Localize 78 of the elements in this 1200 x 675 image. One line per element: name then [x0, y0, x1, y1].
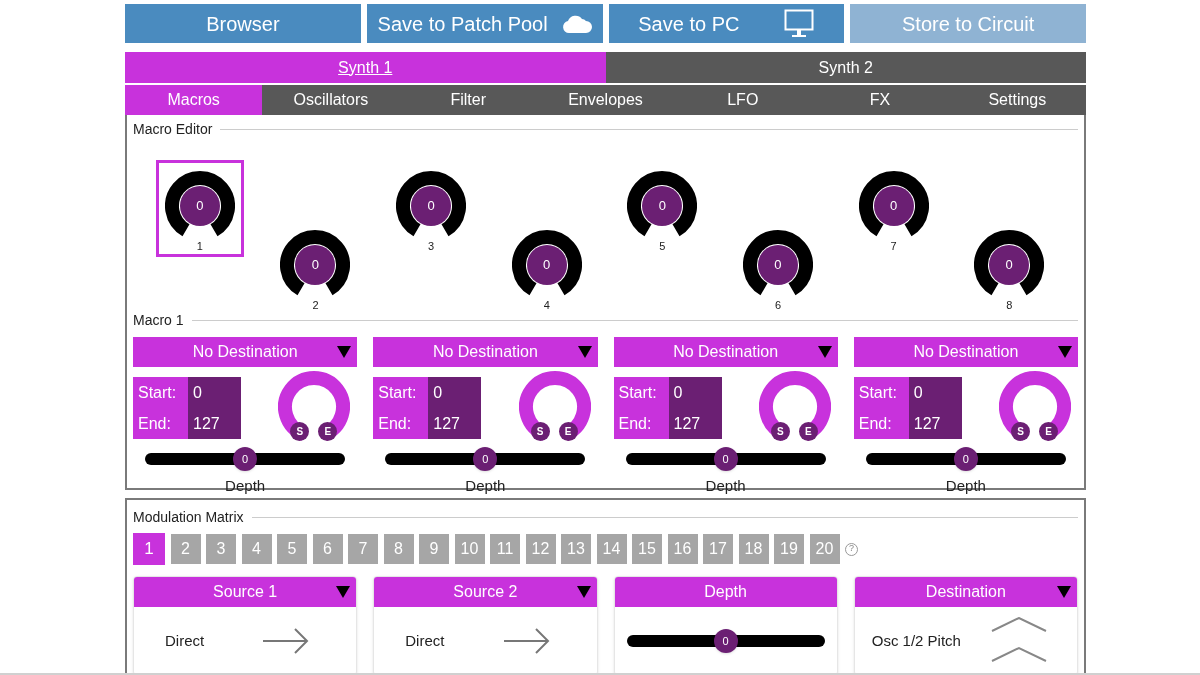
slider-thumb[interactable]: 0: [233, 447, 258, 471]
slot-tab[interactable]: 1: [133, 533, 165, 565]
end-label: End:: [133, 408, 188, 439]
arrow-icon: [503, 628, 550, 654]
knob-label: 2: [312, 297, 319, 313]
arrow-icon: [263, 628, 310, 654]
knob-frame[interactable]: 0 3: [387, 160, 476, 257]
knob-label: 6: [774, 297, 781, 313]
slider-thumb[interactable]: 0: [713, 629, 738, 653]
slider-thumb[interactable]: 0: [473, 447, 498, 471]
card-header[interactable]: Destination: [854, 577, 1077, 607]
toolbar-button[interactable]: Save to PC: [608, 4, 845, 43]
knob-label: 1: [196, 238, 203, 254]
start-handle[interactable]: S: [770, 422, 790, 441]
knob-frame[interactable]: 0 1: [155, 160, 244, 257]
start-value[interactable]: 0: [908, 377, 962, 408]
end-label: End:: [373, 408, 429, 439]
destination-dropdown[interactable]: No Destination: [133, 337, 358, 367]
dropdown-arrow-icon: [1058, 346, 1072, 358]
dropdown-arrow-icon: [817, 346, 832, 358]
start-handle[interactable]: S: [290, 422, 310, 441]
knob-frame[interactable]: 0 7: [849, 160, 938, 257]
knob-label: 8: [1006, 297, 1013, 313]
section-title: Macro Editor: [133, 120, 213, 139]
toolbar-button[interactable]: Save to Patch Pool: [366, 4, 603, 43]
source-value: Direct: [405, 630, 445, 651]
start-value[interactable]: 0: [188, 377, 241, 408]
end-handle[interactable]: E: [318, 422, 338, 441]
destination-dropdown[interactable]: No Destination: [853, 337, 1078, 367]
end-value[interactable]: 127: [188, 408, 241, 439]
section-title: Modulation Matrix: [133, 508, 244, 527]
end-handle[interactable]: E: [558, 422, 578, 441]
end-handle[interactable]: E: [1039, 422, 1058, 441]
destination-value: Osc 1/2 Pitch: [871, 630, 961, 651]
section-title: Macro 1: [133, 311, 184, 330]
card-header: Depth: [614, 577, 837, 607]
toolbar-button[interactable]: Browser: [125, 4, 361, 43]
dropdown-arrow-icon: [577, 346, 592, 358]
source-value: Direct: [165, 630, 205, 651]
knob-label: 4: [543, 297, 550, 313]
start-label: Start:: [853, 377, 909, 408]
dropdown-arrow-icon: [336, 586, 351, 598]
knob-frame[interactable]: 0 2: [271, 219, 360, 316]
destination-dropdown[interactable]: No Destination: [613, 337, 838, 367]
knob-label: 7: [890, 238, 897, 254]
knob-label: 5: [659, 238, 666, 254]
knob-label: 3: [428, 238, 435, 254]
dropdown-arrow-icon: [337, 346, 352, 358]
start-label: Start:: [133, 377, 188, 408]
dropdown-arrow-icon: [576, 586, 591, 598]
start-handle[interactable]: S: [1011, 422, 1030, 441]
end-value[interactable]: 127: [908, 408, 962, 439]
end-handle[interactable]: E: [798, 422, 818, 441]
synth-tab[interactable]: Synth 1: [125, 52, 606, 83]
start-value[interactable]: 0: [428, 377, 482, 408]
card-header[interactable]: Source 1: [134, 577, 357, 607]
slider-thumb[interactable]: 0: [713, 447, 738, 471]
start-value[interactable]: 0: [668, 377, 722, 408]
end-value[interactable]: 127: [668, 408, 722, 439]
end-value[interactable]: 127: [428, 408, 482, 439]
destination-dropdown[interactable]: No Destination: [373, 337, 598, 367]
knob-frame[interactable]: 0 4: [502, 219, 591, 316]
card-header[interactable]: Source 2: [374, 577, 597, 607]
end-label: End:: [853, 408, 909, 439]
slider-thumb[interactable]: 0: [953, 447, 978, 471]
up-down-chevrons-icon: [991, 617, 1047, 665]
end-label: End:: [613, 408, 669, 439]
start-label: Start:: [373, 377, 429, 408]
cloud-icon: [561, 14, 592, 33]
knob-frame[interactable]: 0 8: [965, 219, 1054, 316]
synth-tab[interactable]: Synth 2: [605, 52, 1086, 83]
dropdown-arrow-icon: [1057, 586, 1071, 598]
knob-frame[interactable]: 0 5: [618, 160, 707, 257]
start-handle[interactable]: S: [530, 422, 550, 441]
section-tab[interactable]: Macros: [125, 85, 263, 115]
monitor-icon: [784, 8, 815, 39]
knob-frame[interactable]: 0 6: [733, 219, 822, 316]
start-label: Start:: [613, 377, 669, 408]
